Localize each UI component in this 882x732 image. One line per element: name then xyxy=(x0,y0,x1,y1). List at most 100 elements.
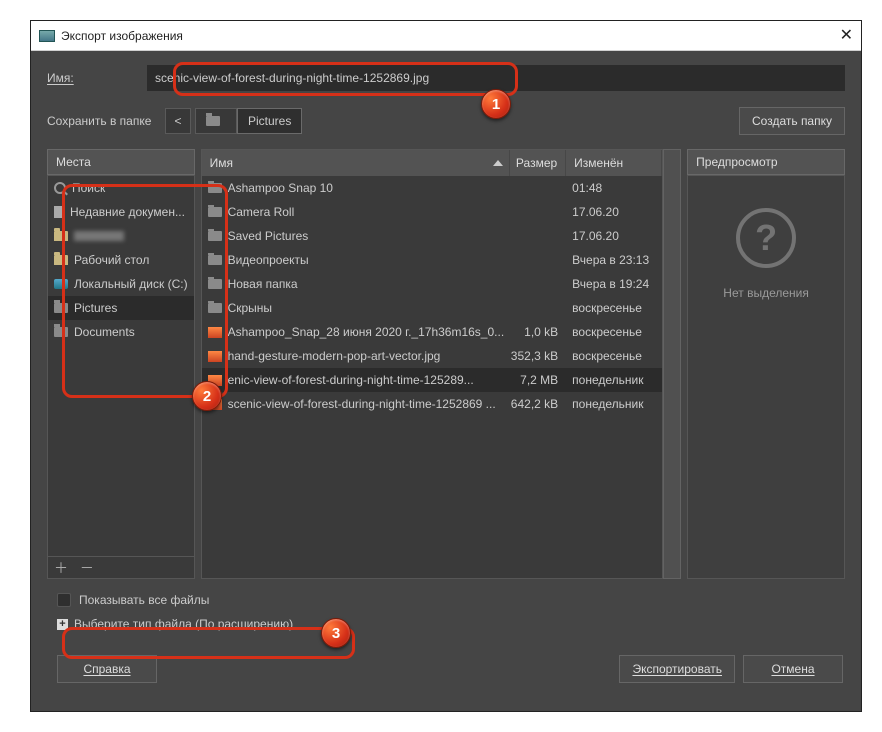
export-button[interactable]: Экспортировать xyxy=(619,655,735,683)
file-name: Новая папка xyxy=(228,277,298,291)
places-item-label: Недавние докумен... xyxy=(70,205,185,219)
file-row[interactable]: hand-gesture-modern-pop-art-vector.jpg 35… xyxy=(202,344,663,368)
places-item[interactable]: Недавние докумен... xyxy=(48,200,194,224)
file-name: Скрыны xyxy=(228,301,272,315)
file-name: Видеопроекты xyxy=(228,253,309,267)
create-folder-button[interactable]: Создать папку xyxy=(739,107,845,135)
close-icon[interactable]: ✕ xyxy=(840,25,853,45)
folder-g-icon xyxy=(208,255,222,265)
file-modified: 17.06.20 xyxy=(566,205,662,219)
show-all-files-label: Показывать все файлы xyxy=(79,593,209,607)
file-row[interactable]: Видеопроекты Вчера в 23:13 xyxy=(202,248,663,272)
folder-g-icon xyxy=(208,207,222,217)
file-modified: 17.06.20 xyxy=(566,229,662,243)
file-modified: воскресенье xyxy=(566,349,662,363)
folder-g-icon xyxy=(54,327,68,337)
places-item-label: Поиск xyxy=(72,181,105,195)
file-modified: понедельник xyxy=(566,373,662,387)
cancel-button[interactable]: Отмена xyxy=(743,655,843,683)
annotation-badge-3: 3 xyxy=(321,618,351,648)
places-header: Места xyxy=(47,149,195,175)
places-add-remove[interactable]: ＋ － xyxy=(54,558,98,578)
file-name: enic-view-of-forest-during-night-time-12… xyxy=(228,373,474,387)
preview-empty-text: Нет выделения xyxy=(723,286,809,300)
places-item[interactable]: Pictures xyxy=(48,296,194,320)
export-dialog: Экспорт изображения ✕ Имя: Сохранить в п… xyxy=(30,20,862,712)
file-name: Ashampoo_Snap_28 июня 2020 г._17h36m16s_… xyxy=(228,325,505,339)
file-name: Camera Roll xyxy=(228,205,295,219)
file-row[interactable]: Saved Pictures 17.06.20 xyxy=(202,224,663,248)
file-row[interactable]: Новая папка Вчера в 19:24 xyxy=(202,272,663,296)
places-item-label xyxy=(74,231,124,241)
help-button[interactable]: Справка xyxy=(57,655,157,683)
select-filetype-expander[interactable]: + Выберите тип файла (По расширению) xyxy=(47,611,845,637)
places-item-label: Рабочий стол xyxy=(74,253,149,267)
file-size: 1,0 kB xyxy=(510,325,566,339)
file-size: 352,3 kB xyxy=(510,349,566,363)
img-icon xyxy=(208,327,222,338)
places-item[interactable]: Поиск xyxy=(48,176,194,200)
file-modified: понедельник xyxy=(566,397,662,411)
preview-placeholder-icon: ? xyxy=(736,208,796,268)
places-item-label: Локальный диск (C:) xyxy=(74,277,188,291)
file-size: 642,2 kB xyxy=(510,397,566,411)
file-row[interactable]: Ashampoo_Snap_28 июня 2020 г._17h36m16s_… xyxy=(202,320,663,344)
expand-icon: + xyxy=(57,619,68,630)
save-in-label: Сохранить в папке xyxy=(47,114,165,128)
file-modified: воскресенье xyxy=(566,301,662,315)
app-icon xyxy=(39,30,55,42)
places-item[interactable] xyxy=(48,224,194,248)
folder-icon xyxy=(54,231,68,241)
file-row[interactable]: Скрыны воскресенье xyxy=(202,296,663,320)
folder-g-icon xyxy=(54,303,68,313)
filetype-label: Выберите тип файла (По расширению) xyxy=(74,617,293,631)
annotation-badge-2: 2 xyxy=(192,381,222,411)
file-scrollbar[interactable] xyxy=(663,149,681,579)
folder-g-icon xyxy=(208,231,222,241)
file-modified: Вчера в 19:24 xyxy=(566,277,662,291)
preview-header: Предпросмотр xyxy=(687,149,845,175)
file-modified: воскресенье xyxy=(566,325,662,339)
filename-input[interactable] xyxy=(147,65,845,91)
checkbox-icon xyxy=(57,593,71,607)
file-name: Ashampoo Snap 10 xyxy=(228,181,333,195)
preview-panel: Предпросмотр ? Нет выделения xyxy=(687,149,845,579)
folder-g-icon xyxy=(208,183,222,193)
places-footer: ＋ － xyxy=(47,557,195,579)
file-row[interactable]: Camera Roll 17.06.20 xyxy=(202,200,663,224)
doc-icon xyxy=(54,206,64,218)
col-size[interactable]: Размер xyxy=(510,150,566,176)
file-row[interactable]: enic-view-of-forest-during-night-time-12… xyxy=(202,368,663,392)
titlebar[interactable]: Экспорт изображения ✕ xyxy=(31,21,861,51)
places-item[interactable]: Локальный диск (C:) xyxy=(48,272,194,296)
file-modified: 01:48 xyxy=(566,181,662,195)
folder-g-icon xyxy=(208,303,222,313)
path-back-button[interactable]: < xyxy=(165,108,191,134)
file-name: Saved Pictures xyxy=(228,229,309,243)
sort-asc-icon xyxy=(493,160,503,166)
show-all-files-checkbox[interactable]: Показывать все файлы xyxy=(47,589,845,611)
file-row[interactable]: Ashampoo Snap 10 01:48 xyxy=(202,176,663,200)
col-name[interactable]: Имя xyxy=(202,150,511,176)
drive-icon xyxy=(54,279,68,289)
name-label: Имя: xyxy=(47,71,147,85)
img-icon xyxy=(208,351,222,362)
places-item-label: Documents xyxy=(74,325,135,339)
file-modified: Вчера в 23:13 xyxy=(566,253,662,267)
places-item-label: Pictures xyxy=(74,301,117,315)
folder-icon xyxy=(54,255,68,265)
file-row[interactable]: scenic-view-of-forest-during-night-time-… xyxy=(202,392,663,416)
places-item[interactable]: Documents xyxy=(48,320,194,344)
col-modified[interactable]: Изменён xyxy=(566,150,662,176)
path-segment-2[interactable]: Pictures xyxy=(237,108,302,134)
path-segment-1[interactable] xyxy=(195,108,237,134)
search-icon xyxy=(54,182,66,194)
file-size: 7,2 MB xyxy=(510,373,566,387)
places-item[interactable]: Рабочий стол xyxy=(48,248,194,272)
folder-icon xyxy=(206,116,220,126)
annotation-badge-1: 1 xyxy=(481,89,511,119)
file-name: scenic-view-of-forest-during-night-time-… xyxy=(228,397,496,411)
window-title: Экспорт изображения xyxy=(61,29,183,43)
places-panel: Места Поиск Недавние докумен... Рабочий с… xyxy=(47,149,195,579)
file-name: hand-gesture-modern-pop-art-vector.jpg xyxy=(228,349,441,363)
